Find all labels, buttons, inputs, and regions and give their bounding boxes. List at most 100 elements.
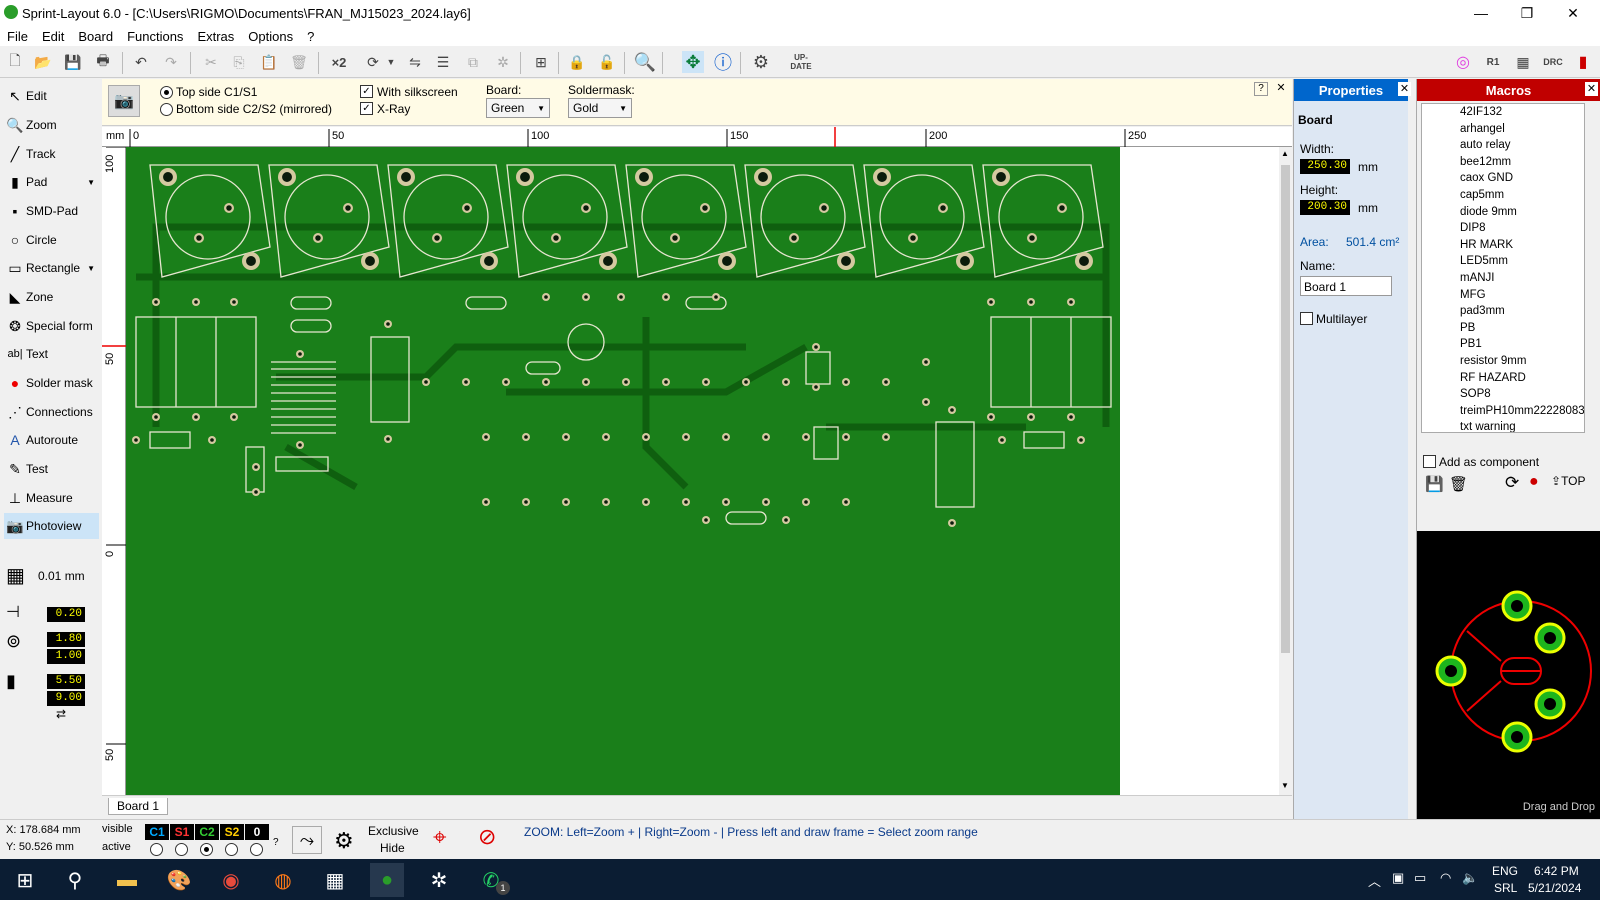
file-explorer-icon[interactable]: ▬ xyxy=(110,863,144,897)
layer-icon[interactable]: ⊞ xyxy=(530,51,552,73)
lock-icon[interactable]: 🔒 xyxy=(566,51,588,73)
save-icon[interactable]: 💾 xyxy=(1425,475,1444,493)
multilayer-checkbox[interactable] xyxy=(1300,312,1313,325)
tool-solder-mask[interactable]: ● Solder mask xyxy=(4,370,99,396)
align-icon[interactable]: ☰ xyxy=(432,51,454,73)
menu-edit[interactable]: Edit xyxy=(35,29,71,44)
cut-icon[interactable]: ✂ xyxy=(200,51,222,73)
no-connection-icon[interactable]: ⊘ xyxy=(478,824,496,850)
language-1[interactable]: ENG xyxy=(1492,864,1518,878)
pad-outer-field[interactable]: 1.80 xyxy=(47,632,85,647)
wifi-icon[interactable]: ◠ xyxy=(1440,870,1451,886)
macro-item[interactable]: arhangel xyxy=(1422,121,1584,138)
macro-item[interactable]: PB1 xyxy=(1422,336,1584,353)
tool-pad[interactable]: ▮ Pad ▼ xyxy=(4,169,99,195)
device-icon[interactable]: ▣ xyxy=(1392,870,1404,886)
chevron-down-icon[interactable]: ▼ xyxy=(380,51,402,73)
close-icon[interactable]: ✕ xyxy=(1398,82,1411,96)
chrome-icon[interactable]: ◉ xyxy=(214,863,248,897)
pad-size-icon[interactable]: ⊚ xyxy=(6,631,21,652)
copy-icon[interactable]: ⎘ xyxy=(228,51,250,73)
group-icon[interactable]: ⧉ xyxy=(462,51,484,73)
tool-smd-pad[interactable]: ▪ SMD-Pad xyxy=(4,198,99,224)
macro-item[interactable]: RF HAZARD xyxy=(1422,370,1584,387)
tool-test[interactable]: ✎ Test xyxy=(4,456,99,482)
macro-item[interactable]: bee12mm xyxy=(1422,154,1584,171)
macro-item[interactable]: LED5mm xyxy=(1422,253,1584,270)
add-component-checkbox[interactable] xyxy=(1423,455,1436,468)
smd-width-field[interactable]: 5.50 xyxy=(47,674,85,689)
layer-s1-toggle[interactable]: S1 xyxy=(170,824,194,840)
chevron-down-icon[interactable]: ▼ xyxy=(87,178,95,187)
grid-value[interactable]: 0.01 mm xyxy=(38,569,85,583)
active-s2-radio[interactable] xyxy=(225,843,238,856)
menu-help[interactable]: ? xyxy=(300,29,321,44)
macro-item[interactable]: cap5mm xyxy=(1422,187,1584,204)
settings-gear-icon[interactable]: ⚙ xyxy=(750,51,772,73)
macro-item[interactable]: 42IF132 xyxy=(1422,104,1584,121)
menu-file[interactable]: File xyxy=(0,29,35,44)
macro-item[interactable]: resistor 9mm xyxy=(1422,353,1584,370)
tool-photoview[interactable]: 📷 Photoview xyxy=(4,513,99,539)
delete-icon[interactable]: 🗑 xyxy=(288,51,310,73)
scroll-up-icon[interactable]: ▲ xyxy=(1281,149,1289,158)
clock-date[interactable]: 5/21/2024 xyxy=(1528,881,1581,895)
tool-connections[interactable]: ⋰ Connections xyxy=(4,399,99,425)
pad-inner-field[interactable]: 1.00 xyxy=(47,649,85,664)
crosshair-icon[interactable]: ⌖ xyxy=(433,824,447,852)
new-file-icon[interactable]: 🗋 xyxy=(4,51,26,73)
xray-checkbox[interactable]: ✓ xyxy=(360,102,373,115)
grid-icon[interactable]: ▦ xyxy=(6,563,25,588)
smd-size-icon[interactable]: ▮ xyxy=(6,671,16,692)
macro-item[interactable]: caox GND xyxy=(1422,170,1584,187)
paste-icon[interactable]: 📋 xyxy=(258,51,280,73)
maximize-button[interactable]: ❐ xyxy=(1504,0,1550,26)
info-icon[interactable]: ⓘ xyxy=(712,51,734,73)
windows-start-icon[interactable]: ⊞ xyxy=(8,863,42,897)
macro-item[interactable]: auto relay xyxy=(1422,137,1584,154)
battery-icon[interactable]: ▭ xyxy=(1414,870,1426,886)
redo-icon[interactable]: ↷ xyxy=(160,51,182,73)
tool-special-form[interactable]: ❂ Special form xyxy=(4,313,99,339)
firefox-icon[interactable]: ◍ xyxy=(266,863,300,897)
exclusive-label[interactable]: Exclusive xyxy=(368,824,419,838)
tool-autoroute[interactable]: A Autoroute xyxy=(4,427,99,453)
layer-c2-toggle[interactable]: C2 xyxy=(195,824,219,840)
tool-circle[interactable]: ○ Circle xyxy=(4,227,99,253)
duplicate-button[interactable]: ×2 xyxy=(328,51,350,73)
layer-c1-toggle[interactable]: C1 xyxy=(145,824,169,840)
search-icon[interactable]: ⚲ xyxy=(58,863,92,897)
delete-icon[interactable]: 🗑 xyxy=(1449,475,1468,493)
tool-measure[interactable]: ⊥ Measure xyxy=(4,485,99,511)
bottom-side-radio[interactable] xyxy=(160,103,173,116)
pcb-canvas[interactable] xyxy=(126,147,1279,795)
chevron-up-icon[interactable]: ︿ xyxy=(1368,871,1381,890)
connection-icon[interactable]: ⤳ xyxy=(292,826,322,854)
width-field[interactable]: 250.30 xyxy=(1300,159,1350,174)
menu-options[interactable]: Options xyxy=(241,29,300,44)
macro-item[interactable]: SOP8 xyxy=(1422,386,1584,403)
macro-item[interactable]: mANJI xyxy=(1422,270,1584,287)
track-width-field[interactable]: 0.20 xyxy=(47,607,85,622)
sprint-layout-taskbar-icon[interactable]: ● xyxy=(370,863,404,897)
layer-s2-toggle[interactable]: S2 xyxy=(220,824,244,840)
layer-help[interactable]: ? xyxy=(273,837,279,848)
swap-icon[interactable]: ⇄ xyxy=(56,707,66,721)
tool-track[interactable]: ╱ Track xyxy=(4,141,99,167)
print-icon[interactable]: 🖶 xyxy=(92,51,114,73)
unlock-icon[interactable]: 🔓 xyxy=(596,51,618,73)
zoom-icon[interactable]: 🔍 xyxy=(634,51,656,73)
active-c2-radio[interactable] xyxy=(200,843,213,856)
vertical-scrollbar[interactable]: ▲ ▼ xyxy=(1279,147,1292,795)
height-field[interactable]: 200.30 xyxy=(1300,200,1350,215)
clock-time[interactable]: 6:42 PM xyxy=(1534,864,1579,878)
drc-button[interactable]: DRC xyxy=(1542,51,1564,73)
update-button[interactable]: UP-DATE xyxy=(788,51,814,73)
tool-rectangle[interactable]: ▭ Rectangle ▼ xyxy=(4,255,99,281)
settings-gear-icon[interactable]: ⚙ xyxy=(334,828,354,854)
macro-icon[interactable]: ▮ xyxy=(1572,51,1594,73)
snap-grid-icon[interactable]: ✥ xyxy=(682,51,704,73)
scroll-thumb[interactable] xyxy=(1281,165,1290,653)
macro-list[interactable]: 42IF132 arhangel auto relay bee12mm caox GND… xyxy=(1421,103,1585,433)
top-side-radio[interactable] xyxy=(160,86,173,99)
